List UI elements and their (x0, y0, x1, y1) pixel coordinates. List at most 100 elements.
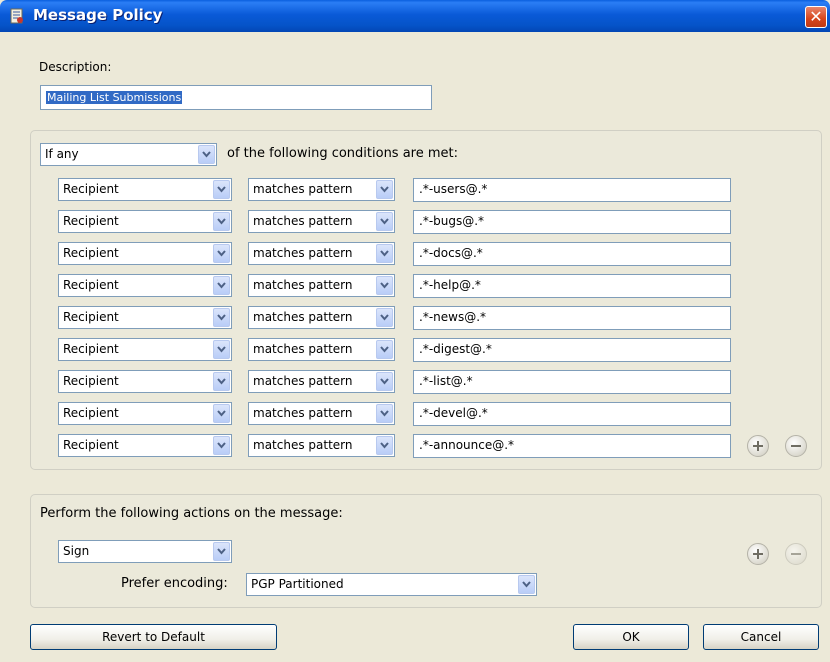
dialog-body: Description: Mailing List Submissions If… (3, 32, 827, 659)
conditions-suffix-label: of the following conditions are met: (227, 146, 459, 161)
chevron-down-icon[interactable] (376, 372, 393, 391)
operator-select[interactable]: matches pattern (248, 210, 395, 233)
field-select[interactable]: Recipient (58, 402, 232, 425)
operator-select[interactable]: matches pattern (248, 274, 395, 297)
operator-select[interactable]: matches pattern (248, 178, 395, 201)
encoding-select[interactable]: PGP Partitioned (246, 573, 537, 596)
pattern-value: .*-news@.* (419, 310, 487, 324)
field-select[interactable]: Recipient (58, 242, 232, 265)
operator-value: matches pattern (253, 310, 353, 324)
chevron-down-icon[interactable] (213, 372, 230, 391)
remove-condition-button[interactable] (785, 435, 807, 457)
field-select[interactable]: Recipient (58, 274, 232, 297)
description-field[interactable]: Mailing List Submissions (40, 85, 432, 110)
operator-value: matches pattern (253, 278, 353, 292)
chevron-down-icon[interactable] (213, 212, 230, 231)
chevron-down-icon[interactable] (376, 276, 393, 295)
remove-action-button[interactable] (785, 543, 807, 565)
chevron-down-icon[interactable] (198, 145, 215, 164)
operator-select[interactable]: matches pattern (248, 434, 395, 457)
chevron-down-icon[interactable] (518, 575, 535, 594)
chevron-down-icon[interactable] (213, 436, 230, 455)
field-select[interactable]: Recipient (58, 178, 232, 201)
window-title: Message Policy (33, 6, 163, 24)
operator-select[interactable]: matches pattern (248, 402, 395, 425)
field-value: Recipient (63, 246, 119, 260)
close-button[interactable]: ✕ (805, 6, 827, 28)
plus-icon (753, 549, 763, 559)
pattern-input[interactable]: .*-announce@.* (413, 434, 731, 458)
chevron-down-icon[interactable] (376, 212, 393, 231)
description-value: Mailing List Submissions (46, 91, 183, 104)
field-select[interactable]: Recipient (58, 210, 232, 233)
chevron-down-icon[interactable] (213, 244, 230, 263)
title-bar[interactable]: Message Policy ✕ (0, 0, 830, 32)
ok-button[interactable]: OK (573, 624, 689, 650)
chevron-down-icon[interactable] (376, 404, 393, 423)
pattern-value: .*-users@.* (419, 182, 488, 196)
field-value: Recipient (63, 310, 119, 324)
field-select[interactable]: Recipient (58, 338, 232, 361)
field-select[interactable]: Recipient (58, 306, 232, 329)
revert-to-default-button[interactable]: Revert to Default (30, 624, 277, 650)
operator-value: matches pattern (253, 342, 353, 356)
field-value: Recipient (63, 374, 119, 388)
close-icon: ✕ (809, 7, 823, 26)
actions-heading: Perform the following actions on the mes… (40, 506, 343, 521)
operator-select[interactable]: matches pattern (248, 242, 395, 265)
pattern-input[interactable]: .*-digest@.* (413, 338, 731, 362)
match-mode-select[interactable]: If any (40, 143, 217, 166)
operator-value: matches pattern (253, 406, 353, 420)
field-value: Recipient (63, 342, 119, 356)
operator-value: matches pattern (253, 246, 353, 260)
minus-icon (791, 553, 801, 555)
field-select[interactable]: Recipient (58, 434, 232, 457)
actions-group: Perform the following actions on the mes… (30, 494, 822, 608)
pattern-value: .*-announce@.* (419, 438, 515, 452)
pattern-value: .*-list@.* (419, 374, 473, 388)
action-value: Sign (63, 544, 90, 558)
chevron-down-icon[interactable] (376, 308, 393, 327)
pattern-input[interactable]: .*-news@.* (413, 306, 731, 330)
encoding-value: PGP Partitioned (251, 577, 344, 591)
operator-value: matches pattern (253, 374, 353, 388)
field-value: Recipient (63, 214, 119, 228)
action-select[interactable]: Sign (58, 540, 232, 563)
operator-value: matches pattern (253, 214, 353, 228)
description-label: Description: (39, 60, 112, 74)
chevron-down-icon[interactable] (376, 180, 393, 199)
pattern-input[interactable]: .*-devel@.* (413, 402, 731, 426)
pattern-input[interactable]: .*-help@.* (413, 274, 731, 298)
operator-select[interactable]: matches pattern (248, 306, 395, 329)
pattern-value: .*-digest@.* (419, 342, 492, 356)
pattern-input[interactable]: .*-list@.* (413, 370, 731, 394)
pattern-value: .*-bugs@.* (419, 214, 485, 228)
chevron-down-icon[interactable] (213, 308, 230, 327)
chevron-down-icon[interactable] (213, 542, 230, 561)
operator-select[interactable]: matches pattern (248, 370, 395, 393)
field-value: Recipient (63, 406, 119, 420)
pattern-value: .*-docs@.* (419, 246, 483, 260)
operator-select[interactable]: matches pattern (248, 338, 395, 361)
conditions-group: If any of the following conditions are m… (30, 130, 822, 470)
match-mode-value: If any (45, 147, 79, 161)
pattern-input[interactable]: .*-bugs@.* (413, 210, 731, 234)
pattern-value: .*-help@.* (419, 278, 481, 292)
policy-document-icon (9, 8, 25, 24)
pattern-input[interactable]: .*-users@.* (413, 178, 731, 202)
chevron-down-icon[interactable] (376, 340, 393, 359)
chevron-down-icon[interactable] (213, 404, 230, 423)
operator-value: matches pattern (253, 438, 353, 452)
chevron-down-icon[interactable] (213, 276, 230, 295)
add-action-button[interactable] (747, 543, 769, 565)
chevron-down-icon[interactable] (213, 180, 230, 199)
field-select[interactable]: Recipient (58, 370, 232, 393)
pattern-input[interactable]: .*-docs@.* (413, 242, 731, 266)
add-condition-button[interactable] (747, 435, 769, 457)
cancel-button[interactable]: Cancel (703, 624, 819, 650)
field-value: Recipient (63, 438, 119, 452)
chevron-down-icon[interactable] (376, 244, 393, 263)
pattern-value: .*-devel@.* (419, 406, 488, 420)
chevron-down-icon[interactable] (213, 340, 230, 359)
chevron-down-icon[interactable] (376, 436, 393, 455)
